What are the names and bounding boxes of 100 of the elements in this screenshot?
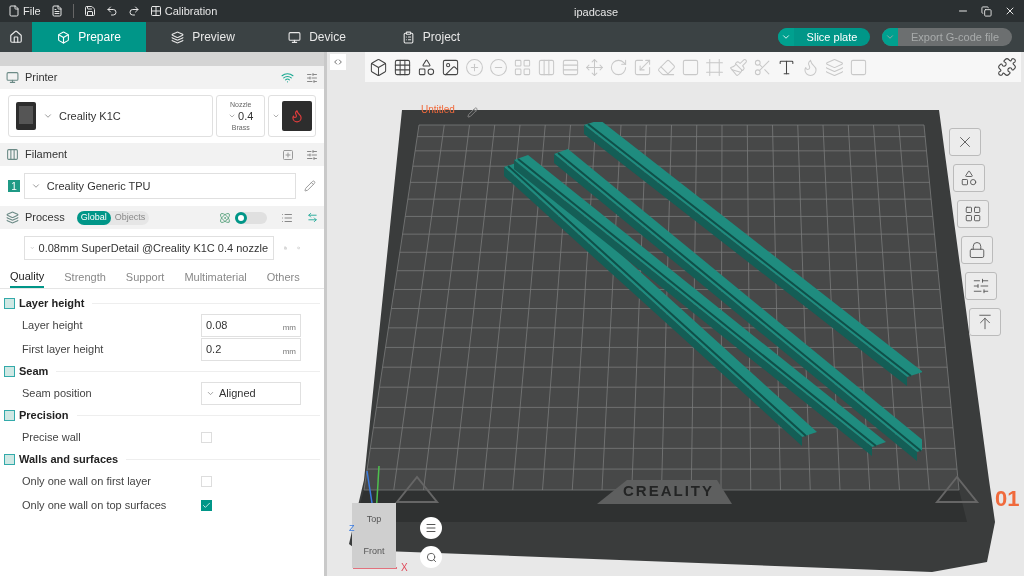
- notes-icon[interactable]: [50, 5, 63, 17]
- checkbox[interactable]: [201, 431, 212, 443]
- process-icon: [6, 211, 19, 224]
- setting-label: Precise wall: [22, 429, 82, 445]
- axis-label: Z: [349, 522, 355, 535]
- collapse-icon: [333, 57, 343, 67]
- main-tab[interactable]: Project: [374, 22, 488, 52]
- group-title: Layer height: [19, 295, 85, 311]
- add-cube-icon[interactable]: [369, 57, 388, 77]
- tab-icon: [171, 30, 185, 44]
- filament-index: 1: [8, 180, 20, 192]
- compare-icon[interactable]: [307, 212, 318, 223]
- settings-tab[interactable]: Multimaterial: [184, 267, 247, 288]
- plate-number: 01: [995, 485, 1020, 513]
- add-filament-icon[interactable]: [282, 148, 294, 161]
- caret-icon: [228, 112, 237, 120]
- group-title: Walls and surfaces: [19, 451, 119, 467]
- main-tab[interactable]: Prepare: [32, 22, 146, 52]
- plate-name: Untitled: [421, 105, 455, 115]
- number-field[interactable]: 0.08 mm: [201, 313, 301, 337]
- printer-selector[interactable]: Creality K1C: [8, 95, 214, 137]
- edit-icon[interactable]: [467, 107, 478, 118]
- main-tab[interactable]: Preview: [146, 22, 260, 52]
- checkbox[interactable]: [201, 499, 212, 511]
- home-icon: [9, 30, 23, 44]
- calibration-menu[interactable]: Calibration: [149, 2, 218, 20]
- plugin-icon[interactable]: [997, 57, 1017, 77]
- setting-label: Only one wall on first layer: [22, 473, 152, 489]
- lift-button[interactable]: [969, 308, 1001, 336]
- adjust-button[interactable]: [965, 272, 997, 300]
- settings-icon[interactable]: [306, 148, 318, 161]
- heated-bed-icon: [282, 101, 313, 131]
- tab-icon: [57, 30, 71, 44]
- shapes-icon: [960, 169, 978, 187]
- printer-icon: [6, 71, 19, 84]
- grid-icon: [964, 205, 982, 223]
- advanced-switch[interactable]: [235, 211, 267, 224]
- section-title: Process: [25, 210, 65, 226]
- bed-brand-logo: CREALITY: [623, 482, 714, 500]
- tab-icon: [288, 30, 302, 44]
- caret-icon: [781, 32, 791, 42]
- wifi-icon[interactable]: [281, 71, 294, 84]
- zoom-button[interactable]: [420, 546, 442, 568]
- unit-label: mm: [282, 321, 296, 334]
- setting-label: Layer height: [22, 317, 84, 333]
- checkbox[interactable]: [201, 475, 212, 487]
- lock-icon: [968, 241, 986, 259]
- close-icon[interactable]: [1004, 5, 1016, 17]
- section-title: Filament: [25, 147, 68, 163]
- collapse-button[interactable]: [330, 54, 346, 70]
- advanced-icon: [219, 211, 231, 224]
- setting-label: Only one wall on top surfaces: [22, 497, 168, 513]
- group-title: Precision: [19, 407, 69, 423]
- settings-tab[interactable]: Strength: [64, 267, 106, 288]
- group-title: Seam: [19, 363, 49, 379]
- arrow-up-icon: [976, 313, 994, 331]
- setting-label: First layer height: [22, 341, 105, 357]
- caret-icon: [885, 32, 895, 42]
- mode-toggle[interactable]: Global: [76, 210, 111, 225]
- group-icon: [4, 365, 15, 377]
- group-icon: [4, 409, 15, 421]
- grid-icon[interactable]: [393, 57, 412, 77]
- redo-icon[interactable]: [127, 5, 140, 17]
- bed-type-selector[interactable]: [268, 95, 316, 137]
- group-icon: [4, 453, 15, 465]
- delete-button[interactable]: [949, 128, 981, 156]
- printer-name: Creality K1C: [59, 108, 121, 124]
- orient-button[interactable]: [953, 164, 985, 192]
- number-field[interactable]: 0.2 mm: [201, 337, 301, 361]
- settings-icon[interactable]: [306, 71, 318, 84]
- main-tab[interactable]: Device: [260, 22, 374, 52]
- view-cube-front: Front: [362, 544, 386, 558]
- printer-icon: [15, 101, 37, 131]
- settings-tab[interactable]: Quality: [10, 267, 45, 288]
- settings-tab[interactable]: Others: [266, 267, 300, 288]
- caret-icon: [43, 111, 53, 121]
- filament-icon: [6, 148, 19, 161]
- section-title: Printer: [25, 70, 58, 86]
- file-menu[interactable]: File: [8, 2, 41, 20]
- unit-label: mm: [282, 345, 296, 358]
- calibration-icon: [149, 5, 162, 17]
- list-icon[interactable]: [281, 211, 293, 224]
- undo-icon[interactable]: [105, 5, 118, 17]
- arrange-button[interactable]: [957, 200, 989, 228]
- filament-selector[interactable]: Creality Generic TPU: [23, 173, 297, 199]
- nozzle-size: 0.4: [238, 109, 254, 123]
- settings-tab[interactable]: Support: [125, 267, 165, 288]
- window-title: ipadcase: [574, 5, 619, 20]
- search-icon: [425, 551, 437, 563]
- axis-label: X: [401, 562, 408, 574]
- view-cube-top: Top: [365, 513, 383, 526]
- seam-select[interactable]: Aligned: [201, 381, 301, 405]
- lock-button[interactable]: [961, 236, 993, 264]
- menu-icon: [425, 522, 437, 534]
- restore-icon[interactable]: [981, 5, 992, 17]
- setting-label: Seam position: [22, 385, 93, 401]
- save-icon[interactable]: [83, 5, 96, 17]
- action-button[interactable]: Slice plate: [778, 28, 870, 46]
- tab-icon: [401, 30, 415, 44]
- preset-selector[interactable]: 0.08mm SuperDetail @Creality K1C 0.4 nozzle: [24, 236, 274, 260]
